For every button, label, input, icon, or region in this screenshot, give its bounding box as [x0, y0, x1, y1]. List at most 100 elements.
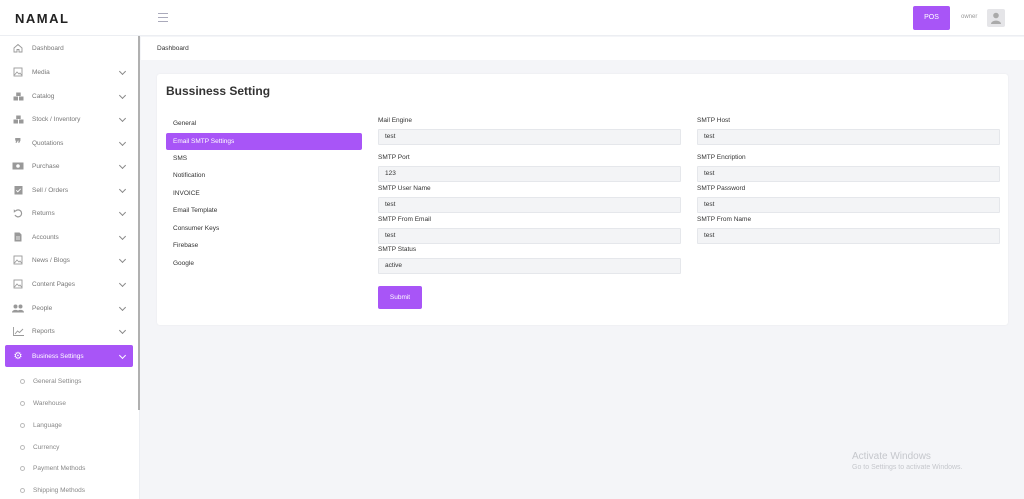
sidebar-item-label: Dashboard	[32, 44, 64, 52]
submenu-item-general-settings[interactable]: General Settings	[20, 374, 81, 388]
undo-icon	[12, 208, 24, 218]
sidebar-item-business-settings[interactable]: ⚙ Business Settings	[5, 345, 133, 367]
smtp-status-select[interactable]: active	[378, 258, 681, 274]
user-name[interactable]: owner	[961, 14, 977, 20]
submenu-item-warehouse[interactable]: Warehouse	[20, 396, 66, 410]
smtp-user-name-label: SMTP User Name	[378, 185, 431, 192]
tab-email-smtp-settings[interactable]: Email SMTP Settings	[166, 133, 362, 150]
smtp-from-name-input[interactable]: test	[697, 228, 1000, 244]
page-title: Bussiness Setting	[166, 84, 271, 98]
mail-engine-label: Mail Engine	[378, 117, 412, 124]
sidebar-item-label: Accounts	[32, 233, 59, 241]
smtp-port-input[interactable]: 123	[378, 166, 681, 182]
chevron-down-icon	[118, 91, 127, 100]
file-icon	[12, 232, 24, 242]
money-icon	[12, 161, 24, 171]
chevron-down-icon	[118, 303, 127, 312]
sidebar-scrollbar[interactable]	[138, 36, 140, 410]
activation-watermark-subtitle: Go to Settings to activate Windows.	[852, 464, 963, 471]
sidebar-item-label: News / Blogs	[32, 256, 70, 264]
smtp-encription-label: SMTP Encription	[697, 154, 746, 161]
sidebar-item-label: Reports	[32, 327, 55, 335]
smtp-from-email-label: SMTP From Email	[378, 216, 431, 223]
boxes-icon	[12, 114, 24, 124]
submenu-item-shipping-methods[interactable]: Shipping Methods	[20, 483, 85, 497]
sidebar-item-purchase[interactable]: Purchase	[5, 155, 133, 177]
tab-sms[interactable]: SMS	[166, 150, 362, 167]
sidebar-item-label: Sell / Orders	[32, 186, 69, 194]
smtp-host-label: SMTP Host	[697, 117, 731, 124]
submenu-item-label: Payment Methods	[33, 464, 86, 472]
tab-general[interactable]: General	[166, 115, 362, 132]
top-bar: NAMAL POS owner	[0, 0, 1024, 36]
sidebar-item-label: Quotations	[32, 139, 64, 147]
menu-toggle-icon[interactable]	[158, 13, 168, 22]
mail-engine-input[interactable]: test	[378, 129, 681, 145]
breadcrumb[interactable]: Dashboard	[157, 45, 189, 52]
tab-invoice[interactable]: INVOICE	[166, 185, 362, 202]
settings-card: Bussiness Setting General Email SMTP Set…	[157, 74, 1008, 325]
submenu-item-label: Language	[33, 421, 62, 429]
submit-button[interactable]: Submit	[378, 286, 422, 309]
breadcrumb-bar: Dashboard	[141, 37, 1024, 60]
tab-consumer-keys[interactable]: Consumer Keys	[166, 220, 362, 237]
submenu-item-label: Warehouse	[33, 399, 66, 407]
sidebar-item-label: Business Settings	[32, 352, 84, 360]
sidebar-item-label: Purchase	[32, 162, 60, 170]
tab-firebase[interactable]: Firebase	[166, 237, 362, 254]
circle-icon	[20, 444, 25, 450]
chevron-down-icon	[118, 161, 127, 170]
avatar[interactable]	[987, 9, 1005, 27]
boxes-icon	[12, 91, 24, 101]
circle-icon	[20, 378, 25, 384]
cogs-icon: ⚙	[13, 350, 23, 362]
sidebar-item-stock-inventory[interactable]: Stock / Inventory	[5, 108, 133, 130]
chevron-down-icon	[118, 67, 127, 76]
chevron-down-icon	[118, 185, 127, 194]
chevron-down-icon	[118, 255, 127, 264]
circle-icon	[20, 400, 25, 406]
submenu-item-language[interactable]: Language	[20, 418, 62, 432]
home-icon	[12, 43, 24, 53]
users-icon	[12, 303, 24, 313]
sidebar: Dashboard Media Catalog Stock / Inventor…	[0, 36, 140, 499]
tab-google[interactable]: Google	[166, 255, 362, 272]
smtp-from-email-input[interactable]: test	[378, 228, 681, 244]
sidebar-item-people[interactable]: People	[5, 297, 133, 319]
submenu-item-label: General Settings	[33, 377, 82, 385]
sidebar-item-catalog[interactable]: Catalog	[5, 85, 133, 107]
sidebar-item-sell-orders[interactable]: Sell / Orders	[5, 179, 133, 201]
pos-button[interactable]: POS	[913, 6, 950, 30]
smtp-host-input[interactable]: test	[697, 129, 1000, 145]
brand-logo[interactable]: NAMAL	[15, 11, 69, 26]
smtp-user-name-input[interactable]: test	[378, 197, 681, 213]
tab-notification[interactable]: Notification	[166, 167, 362, 184]
circle-icon	[20, 465, 25, 471]
smtp-password-label: SMTP Password	[697, 185, 746, 192]
submenu-item-payment-methods[interactable]: Payment Methods	[20, 461, 85, 475]
smtp-password-input[interactable]: test	[697, 197, 1000, 213]
chevron-down-icon	[118, 232, 127, 241]
chevron-down-icon	[118, 279, 127, 288]
sidebar-item-label: Stock / Inventory	[32, 115, 81, 123]
tab-email-template[interactable]: Email Template	[166, 202, 362, 219]
sidebar-item-reports[interactable]: Reports	[5, 320, 133, 342]
sidebar-item-media[interactable]: Media	[5, 61, 133, 83]
smtp-encription-input[interactable]: test	[697, 166, 1000, 182]
sidebar-item-label: Content Pages	[32, 280, 76, 288]
sidebar-item-returns[interactable]: Returns	[5, 202, 133, 224]
sidebar-item-news-blogs[interactable]: News / Blogs	[5, 249, 133, 271]
sidebar-item-accounts[interactable]: Accounts	[5, 226, 133, 248]
sidebar-item-quotations[interactable]: ❞ Quotations	[5, 132, 133, 154]
submenu-item-currency[interactable]: Currency	[20, 440, 59, 454]
submenu-item-label: Shipping Methods	[33, 486, 86, 494]
chevron-down-icon	[118, 326, 127, 335]
sidebar-item-content-pages[interactable]: Content Pages	[5, 273, 133, 295]
chevron-down-icon	[118, 208, 127, 217]
sidebar-item-label: People	[32, 304, 53, 312]
chevron-down-icon	[118, 351, 127, 360]
sidebar-item-label: Media	[32, 68, 50, 76]
sidebar-item-dashboard[interactable]: Dashboard	[5, 37, 133, 59]
smtp-port-label: SMTP Port	[378, 154, 410, 161]
image-icon	[12, 279, 24, 289]
